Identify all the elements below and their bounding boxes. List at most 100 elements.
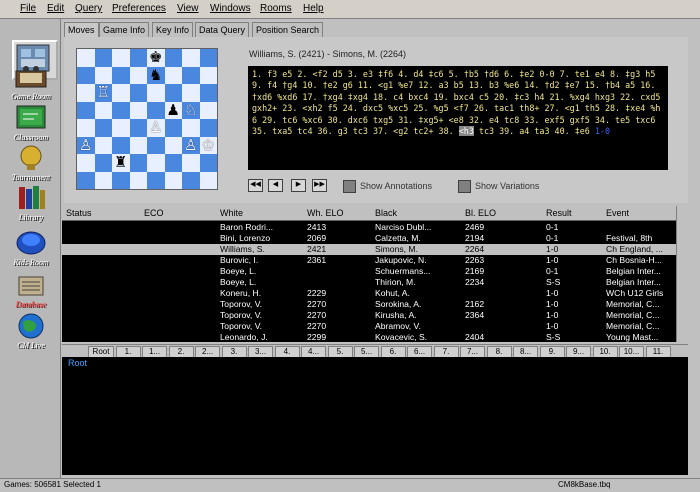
table-row[interactable]: Boeye, L. Thirion, M. 2234 S-S Belgian Inter… — [62, 277, 676, 288]
move-notation[interactable]: 1. f3 e5 2. <f2 d5 3. e3 ‡f6 4. d4 ‡c6 5… — [248, 66, 668, 170]
board-square[interactable] — [77, 101, 95, 119]
board-square[interactable] — [94, 49, 112, 67]
notation-current-move[interactable]: <h3 — [458, 126, 474, 137]
board-square[interactable]: ♔ — [199, 136, 217, 154]
board-square[interactable] — [94, 101, 112, 119]
board-square[interactable] — [164, 84, 182, 102]
board-square[interactable] — [112, 66, 130, 84]
sidebar-item-cm-live[interactable]: CM Live — [6, 310, 56, 362]
board-square[interactable] — [129, 119, 147, 137]
board-square[interactable] — [182, 154, 200, 172]
board-square[interactable] — [112, 101, 130, 119]
board-square[interactable] — [147, 136, 165, 154]
menu-edit[interactable]: Edit — [47, 3, 64, 14]
board-square[interactable] — [147, 84, 165, 102]
board-square[interactable] — [94, 154, 112, 172]
board-square[interactable] — [199, 49, 217, 67]
board-square[interactable] — [94, 136, 112, 154]
board-square[interactable] — [199, 171, 217, 189]
tab-data-query[interactable]: Data Query — [195, 22, 250, 38]
board-square[interactable] — [164, 66, 182, 84]
tree-root-node[interactable]: Root — [68, 358, 87, 368]
board-square[interactable] — [77, 154, 95, 172]
board-square[interactable] — [182, 49, 200, 67]
table-row[interactable]: Leonardo, J. 2299 Kovacevic, S. 2404 S-S Youn… — [62, 332, 676, 343]
board-square[interactable]: ♟ — [164, 101, 182, 119]
board-square[interactable]: ♖ — [94, 84, 112, 102]
show-annotations-checkbox[interactable] — [343, 180, 356, 193]
board-square[interactable] — [147, 154, 165, 172]
table-row[interactable]: Burovic, I. 2361 Jakupovic, N. 2263 1-0 Ch Bo… — [62, 255, 676, 266]
board-square[interactable] — [112, 84, 130, 102]
board-square[interactable] — [182, 84, 200, 102]
board-square[interactable] — [164, 136, 182, 154]
column-header-black-elo[interactable]: Bl. ELO — [465, 208, 496, 218]
game-list-table[interactable]: Status ECO White Wh. ELO Black Bl. ELO R… — [62, 206, 676, 342]
board-square[interactable] — [164, 171, 182, 189]
board-square[interactable]: ♞ — [147, 66, 165, 84]
board-square[interactable] — [182, 66, 200, 84]
tab-key-info[interactable]: Key Info — [152, 22, 194, 38]
board-square[interactable] — [147, 171, 165, 189]
board-square[interactable] — [94, 66, 112, 84]
board-square[interactable] — [77, 66, 95, 84]
board-square[interactable] — [94, 171, 112, 189]
board-square[interactable] — [77, 119, 95, 137]
menu-query[interactable]: Query — [75, 3, 102, 14]
board-square[interactable] — [199, 119, 217, 137]
board-square[interactable] — [164, 49, 182, 67]
board-square[interactable]: ♚ — [147, 49, 165, 67]
board-square[interactable] — [77, 171, 95, 189]
table-row[interactable]: Koneru, H. 2229 Kohut, A. 1-0 WCh U12 Girls — [62, 288, 676, 299]
column-header-white[interactable]: White — [220, 208, 243, 218]
column-header-event[interactable]: Event — [606, 208, 629, 218]
chess-board[interactable]: ♚ ♞ ♖ ♟ ♘ ♙ ♙ ♙ ♔ ♜ — [76, 48, 218, 190]
table-row[interactable]: Bini, Lorenzo 2069 Calzetta, M. 2194 0-1 Fest… — [62, 233, 676, 244]
board-square[interactable] — [77, 84, 95, 102]
column-header-result[interactable]: Result — [546, 208, 572, 218]
board-square[interactable] — [182, 171, 200, 189]
menu-preferences[interactable]: Preferences — [112, 3, 166, 14]
first-move-button[interactable]: ◀◀ — [248, 179, 263, 192]
menu-view[interactable]: View — [177, 3, 199, 14]
tab-position-search[interactable]: Position Search — [252, 22, 324, 38]
board-square[interactable] — [77, 49, 95, 67]
table-row[interactable]: Baron Rodri... 2413 Narciso Dubl... 2469 0-1 — [62, 222, 676, 233]
board-square[interactable] — [164, 119, 182, 137]
notation-tail[interactable]: tc3 39. a4 ta3 40. ‡e6 — [474, 126, 595, 136]
column-header-white-elo[interactable]: Wh. ELO — [307, 208, 344, 218]
board-square[interactable] — [112, 171, 130, 189]
board-square[interactable] — [129, 66, 147, 84]
board-square[interactable] — [199, 84, 217, 102]
board-square[interactable] — [182, 119, 200, 137]
board-square[interactable]: ♙ — [182, 136, 200, 154]
column-header-black[interactable]: Black — [375, 208, 397, 218]
board-square[interactable] — [112, 119, 130, 137]
table-row[interactable]: Toporov, V. 2270 Sorokina, A. 2162 1-0 Memori… — [62, 299, 676, 310]
board-square[interactable] — [129, 136, 147, 154]
prev-move-button[interactable]: ◀ — [268, 179, 283, 192]
board-square[interactable] — [129, 154, 147, 172]
board-square[interactable]: ♘ — [182, 101, 200, 119]
board-square[interactable] — [199, 66, 217, 84]
board-square[interactable] — [112, 49, 130, 67]
table-row[interactable]: Williams, S. 2421 Simons, M. 2264 1-0 Ch Engl… — [62, 244, 676, 255]
menu-help[interactable]: Help — [303, 3, 324, 14]
board-square[interactable] — [199, 154, 217, 172]
table-row[interactable]: Boeye, L. Schuermans... 2169 0-1 Belgian Int… — [62, 266, 676, 277]
menu-rooms[interactable]: Rooms — [260, 3, 292, 14]
board-square[interactable] — [129, 171, 147, 189]
table-scrollbar[interactable] — [676, 206, 689, 342]
menu-file[interactable]: File — [20, 3, 36, 14]
table-row[interactable]: Toporov, V. 2270 Kirusha, A. 2364 1-0 Memoria… — [62, 310, 676, 321]
column-header-status[interactable]: Status — [66, 208, 92, 218]
board-square[interactable]: ♜ — [112, 154, 130, 172]
show-variations-checkbox[interactable] — [458, 180, 471, 193]
board-square[interactable] — [129, 49, 147, 67]
board-square[interactable] — [164, 154, 182, 172]
board-square[interactable] — [112, 136, 130, 154]
board-square[interactable] — [129, 101, 147, 119]
board-square[interactable]: ♙ — [77, 136, 95, 154]
menu-windows[interactable]: Windows — [210, 3, 251, 14]
last-move-button[interactable]: ▶▶ — [312, 179, 327, 192]
